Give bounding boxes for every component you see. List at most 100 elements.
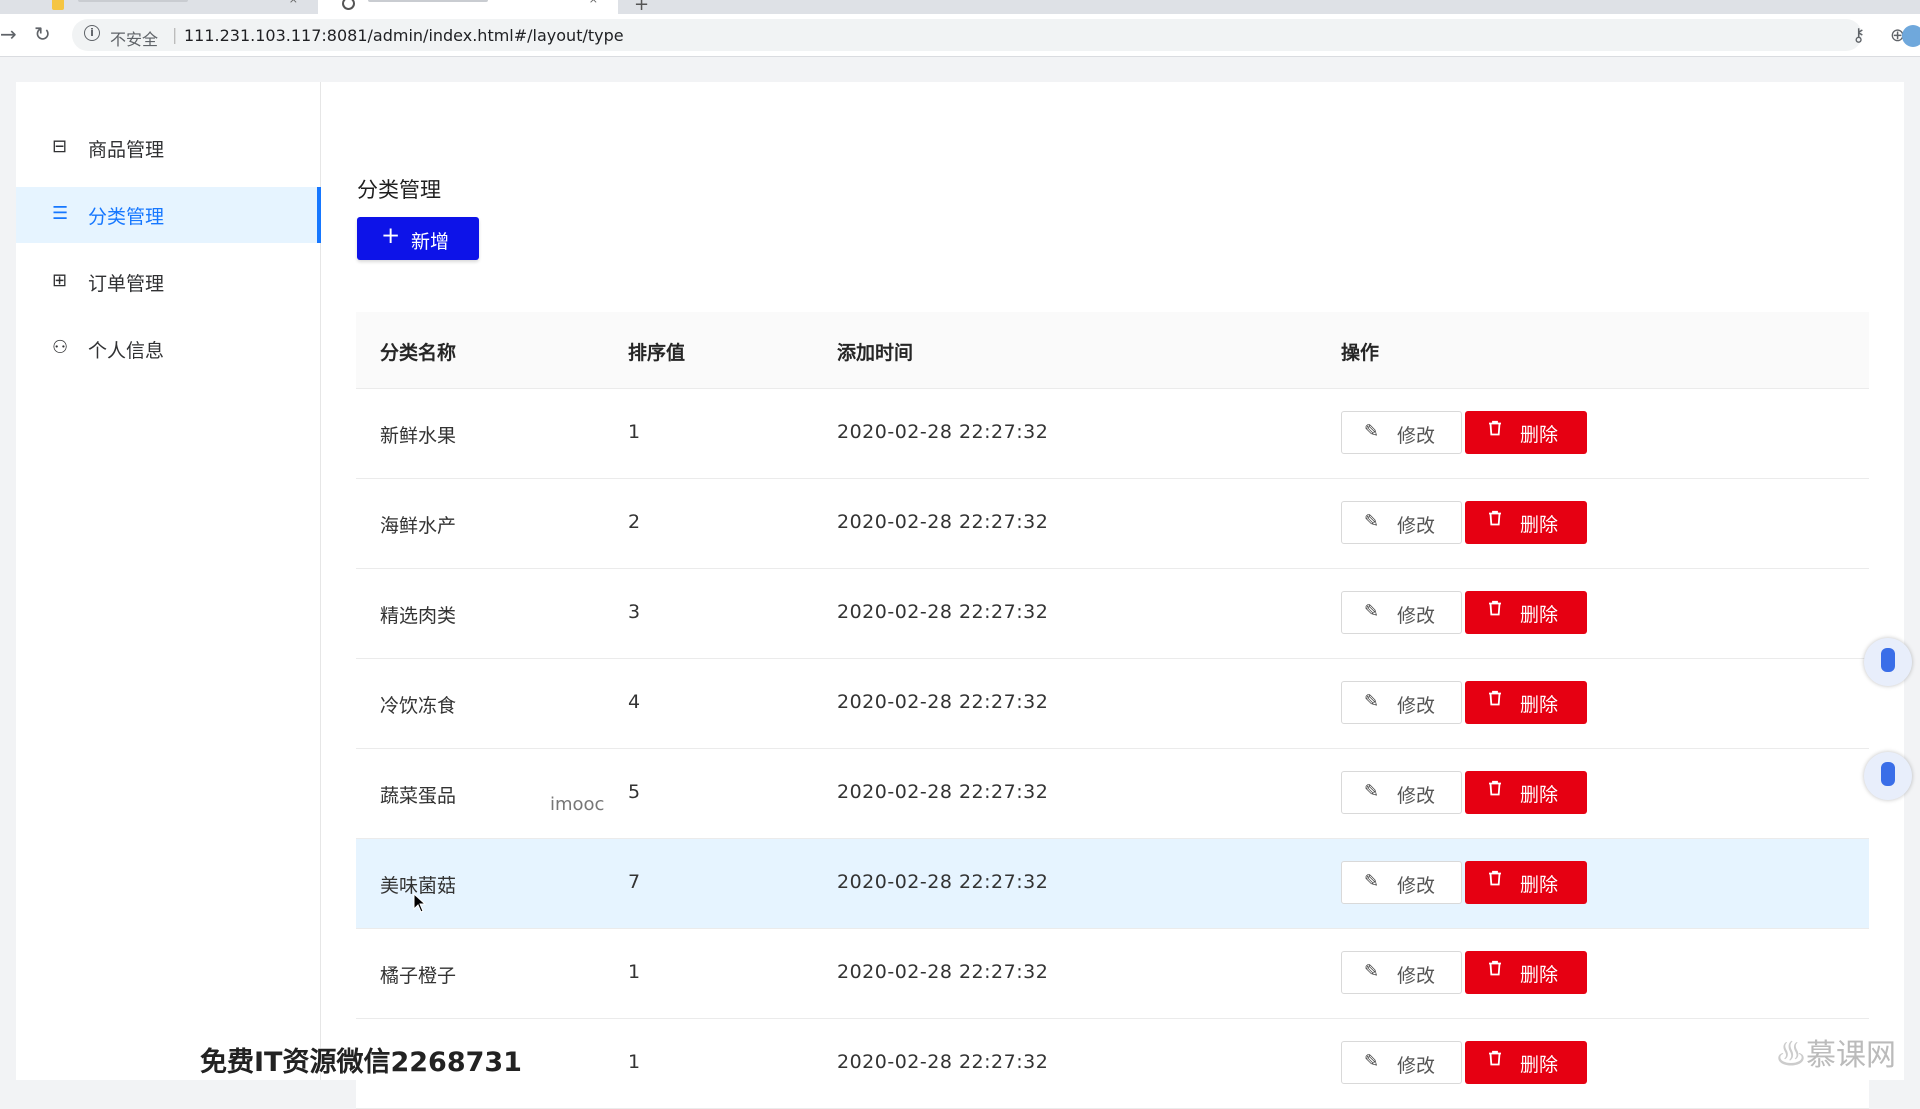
edit-button-label: 修改 xyxy=(1397,515,1436,537)
table-row[interactable]: 新鲜水果 1 2020-02-28 22:27:32 ✎ 修改 删除 xyxy=(356,389,1869,479)
pencil-icon: ✎ xyxy=(1364,421,1380,442)
cell-added-time: 2020-02-28 22:27:32 xyxy=(837,421,1049,443)
delete-button[interactable]: 删除 xyxy=(1465,681,1587,724)
pencil-icon: ✎ xyxy=(1364,511,1380,532)
edit-button[interactable]: ✎ 修改 xyxy=(1341,501,1462,544)
table-row[interactable]: 橘子橙子 1 2020-02-28 22:27:32 ✎ 修改 删除 xyxy=(356,929,1869,1019)
cell-category-name: 冷饮冻食 xyxy=(380,695,457,717)
tab-title xyxy=(78,0,188,2)
table-body: 新鲜水果 1 2020-02-28 22:27:32 ✎ 修改 删除 海鲜水产 2 2020-0… xyxy=(356,389,1869,1109)
cell-sort-value: 7 xyxy=(628,871,641,893)
cell-category-name: 蔬菜蛋品 xyxy=(380,785,457,807)
new-tab-icon[interactable]: + xyxy=(634,0,649,14)
sidebar-item-orders[interactable]: ⊞ 订单管理 xyxy=(16,254,320,310)
key-icon[interactable]: ⚷ xyxy=(1852,25,1865,46)
admin-app: ⊟ 商品管理 ☰ 分类管理 ⊞ 订单管理 ⚇ 个人信息 分类管理 + 新增 分类… xyxy=(16,82,1904,1109)
tab-close-icon[interactable]: × xyxy=(289,0,298,6)
add-category-button[interactable]: + 新增 xyxy=(357,217,479,260)
table-row[interactable]: 冷饮冻食 4 2020-02-28 22:27:32 ✎ 修改 删除 xyxy=(356,659,1869,749)
column-header-name[interactable]: 分类名称 xyxy=(380,338,456,365)
order-icon: ⊞ xyxy=(52,270,68,291)
cell-added-time: 2020-02-28 22:27:32 xyxy=(837,781,1049,803)
sidebar-item-label: 商品管理 xyxy=(88,139,165,161)
delete-button-label: 删除 xyxy=(1520,514,1559,536)
trash-icon xyxy=(1489,1050,1501,1066)
trash-icon xyxy=(1489,780,1501,796)
sidebar-item-goods[interactable]: ⊟ 商品管理 xyxy=(16,120,320,176)
brand-logo: ♨慕课网 xyxy=(1776,1030,1896,1074)
tool-icon xyxy=(1881,762,1895,786)
delete-button[interactable]: 删除 xyxy=(1465,771,1587,814)
cell-category-name: 橘子橙子 xyxy=(380,965,457,987)
delete-button[interactable]: 删除 xyxy=(1465,591,1587,634)
table-row[interactable]: 1 2020-02-28 22:27:32 ✎ 修改 删除 xyxy=(356,1019,1869,1109)
cell-added-time: 2020-02-28 22:27:32 xyxy=(837,961,1049,983)
pencil-icon: ✎ xyxy=(1364,1051,1380,1072)
browser-tab[interactable]: × xyxy=(0,0,318,14)
tab-title xyxy=(368,0,488,2)
delete-button-label: 删除 xyxy=(1520,604,1559,626)
cell-added-time: 2020-02-28 22:27:32 xyxy=(837,511,1049,533)
edit-button-label: 修改 xyxy=(1397,875,1436,897)
sidebar-item-profile[interactable]: ⚇ 个人信息 xyxy=(16,321,320,377)
edit-button[interactable]: ✎ 修改 xyxy=(1341,591,1462,634)
url-text[interactable]: 111.231.103.117:8081/admin/index.html#/l… xyxy=(184,26,624,45)
table-row[interactable]: 海鲜水产 2 2020-02-28 22:27:32 ✎ 修改 删除 xyxy=(356,479,1869,569)
edit-button[interactable]: ✎ 修改 xyxy=(1341,771,1462,814)
plus-icon: + xyxy=(381,223,401,249)
delete-button-label: 删除 xyxy=(1520,874,1559,896)
tab-favicon-icon xyxy=(52,0,64,10)
delete-button-label: 删除 xyxy=(1520,964,1559,986)
cell-added-time: 2020-02-28 22:27:32 xyxy=(837,871,1049,893)
delete-button[interactable]: 删除 xyxy=(1465,861,1587,904)
floating-tool-button[interactable] xyxy=(1864,638,1912,686)
edit-button[interactable]: ✎ 修改 xyxy=(1341,411,1462,454)
trash-icon xyxy=(1489,420,1501,436)
cell-added-time: 2020-02-28 22:27:32 xyxy=(837,1051,1049,1073)
trash-icon xyxy=(1489,960,1501,976)
column-header-sort[interactable]: 排序值 xyxy=(628,338,685,365)
cell-category-name: 海鲜水产 xyxy=(380,515,457,537)
sidebar-item-label: 分类管理 xyxy=(88,206,165,228)
edit-button[interactable]: ✎ 修改 xyxy=(1341,681,1462,724)
reload-icon[interactable]: ↻ xyxy=(34,22,51,46)
tab-favicon-icon xyxy=(342,0,355,10)
sidebar: ⊟ 商品管理 ☰ 分类管理 ⊞ 订单管理 ⚇ 个人信息 xyxy=(16,82,321,1080)
pencil-icon: ✎ xyxy=(1364,781,1380,802)
edit-button[interactable]: ✎ 修改 xyxy=(1341,1041,1462,1084)
table-row[interactable]: 美味菌菇 7 2020-02-28 22:27:32 ✎ 修改 删除 xyxy=(356,839,1869,929)
trash-icon xyxy=(1489,510,1501,526)
tab-close-icon[interactable]: × xyxy=(589,0,598,6)
sidebar-item-category[interactable]: ☰ 分类管理 xyxy=(16,187,321,243)
forward-arrow-icon[interactable]: → xyxy=(0,22,17,46)
edit-button[interactable]: ✎ 修改 xyxy=(1341,861,1462,904)
edit-button-label: 修改 xyxy=(1397,1055,1436,1077)
tool-icon xyxy=(1881,648,1895,672)
delete-button[interactable]: 删除 xyxy=(1465,501,1587,544)
delete-button[interactable]: 删除 xyxy=(1465,1041,1587,1084)
imooc-watermark: imooc xyxy=(550,794,605,815)
cell-sort-value: 4 xyxy=(628,691,641,713)
cell-sort-value: 1 xyxy=(628,421,641,443)
pencil-icon: ✎ xyxy=(1364,961,1380,982)
delete-button[interactable]: 删除 xyxy=(1465,411,1587,454)
profile-avatar[interactable] xyxy=(1902,25,1920,47)
column-header-time[interactable]: 添加时间 xyxy=(837,338,913,365)
edit-button-label: 修改 xyxy=(1397,695,1436,717)
brand-text: 慕课网 xyxy=(1806,1038,1896,1073)
address-bar[interactable]: i 不安全 | 111.231.103.117:8081/admin/index… xyxy=(72,19,1905,51)
edit-button[interactable]: ✎ 修改 xyxy=(1341,951,1462,994)
category-table: 分类名称 排序值 添加时间 操作 新鲜水果 1 2020-02-28 22:27:3… xyxy=(356,312,1869,1109)
cell-added-time: 2020-02-28 22:27:32 xyxy=(837,601,1049,623)
trash-icon xyxy=(1489,600,1501,616)
pencil-icon: ✎ xyxy=(1364,691,1380,712)
delete-button[interactable]: 删除 xyxy=(1465,951,1587,994)
cell-sort-value: 3 xyxy=(628,601,641,623)
info-icon[interactable]: i xyxy=(84,25,100,41)
browser-tab-strip: × × + xyxy=(0,0,1920,14)
floating-tool-button[interactable] xyxy=(1864,752,1912,800)
table-row[interactable]: 精选肉类 3 2020-02-28 22:27:32 ✎ 修改 删除 xyxy=(356,569,1869,659)
wechat-watermark: 免费IT资源微信2268731 xyxy=(200,1047,522,1078)
flame-icon: ♨ xyxy=(1776,1038,1806,1073)
browser-tab-active[interactable]: × xyxy=(318,0,618,14)
